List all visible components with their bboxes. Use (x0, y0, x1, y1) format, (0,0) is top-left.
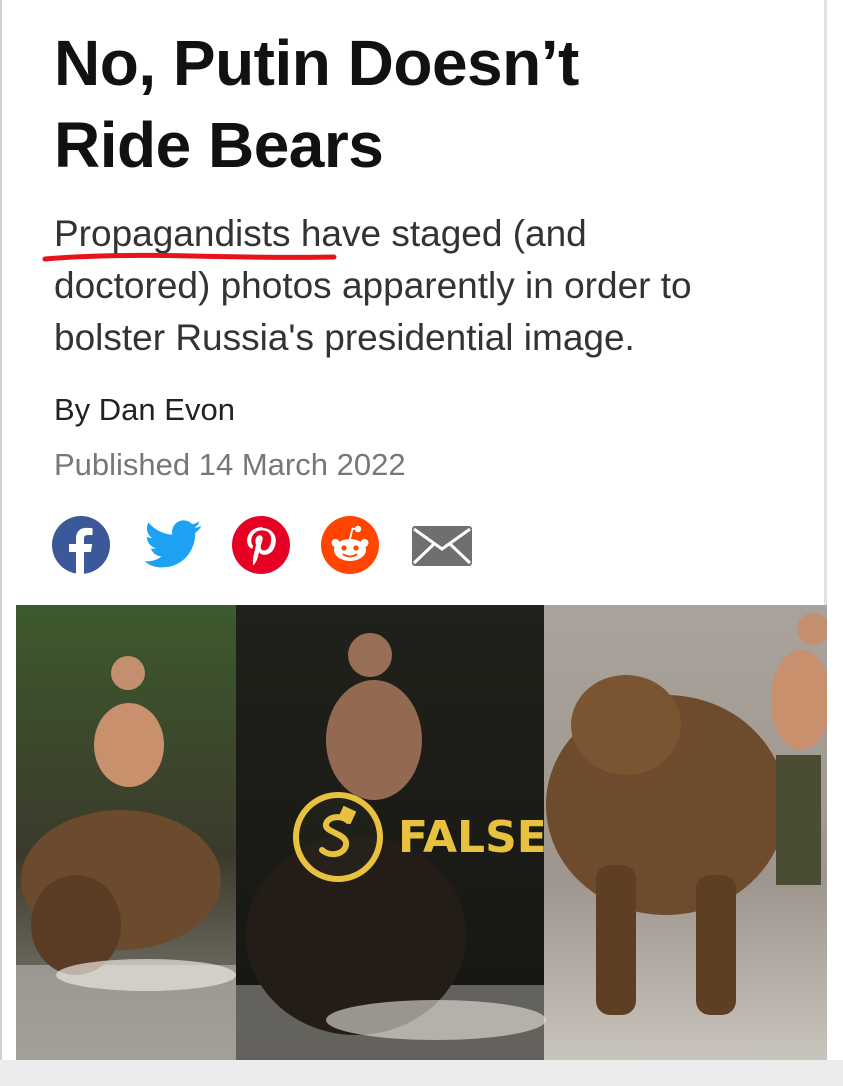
article-subheading: Propagandists have staged (and doctored)… (54, 208, 814, 364)
headline-line-1: No, Putin Doesn’t (54, 27, 579, 99)
hero-image: FALSE (16, 605, 827, 1060)
bottom-strip (0, 1060, 843, 1086)
rating-label: FALSE (398, 811, 547, 863)
twitter-icon[interactable] (144, 520, 202, 570)
facebook-icon[interactable] (52, 516, 110, 574)
rating-emblem-icon (293, 792, 383, 882)
subheading-line-3: bolster Russia's presidential image. (54, 317, 635, 358)
fact-check-rating: FALSE (292, 791, 547, 883)
published-date: Published 14 March 2022 (54, 447, 406, 482)
reddit-icon[interactable] (320, 516, 380, 574)
left-border (0, 0, 2, 1086)
email-icon[interactable] (412, 526, 472, 566)
headline-line-2: Ride Bears (54, 109, 384, 181)
pinterest-icon[interactable] (232, 516, 290, 574)
byline[interactable]: By Dan Evon (54, 392, 235, 428)
red-highlight-underline (42, 252, 337, 262)
article-headline: No, Putin Doesn’t Ride Bears (54, 22, 794, 186)
subheading-line-2: doctored) photos apparently in order to (54, 265, 692, 306)
